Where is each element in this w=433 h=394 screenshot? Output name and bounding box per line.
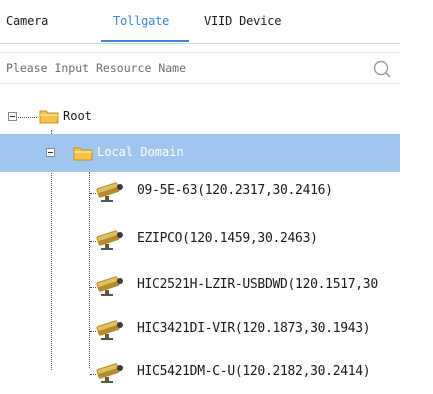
tree-node-camera[interactable]: HIC5421DM-C-U(120.2182,30.2414) <box>0 357 433 389</box>
collapse-icon[interactable] <box>8 112 17 121</box>
collapse-icon[interactable] <box>46 148 55 157</box>
folder-icon <box>39 110 59 124</box>
tree-node-camera[interactable]: EZIPCO(120.1459,30.2463) <box>0 224 433 256</box>
tree-node-label: HIC3421DI-VIR(120.1873,30.1943) <box>137 321 371 336</box>
tab-bar-divider <box>0 43 400 44</box>
tree-node-local-domain[interactable]: Local Domain <box>0 134 400 172</box>
tree-node-camera[interactable]: HIC2521H-LZIR-USBDWD(120.1517,30 <box>0 270 433 302</box>
tree-node-label: HIC5421DM-C-U(120.2182,30.2414) <box>137 364 371 379</box>
active-tab-indicator <box>101 40 189 42</box>
camera-icon <box>96 363 123 383</box>
search-input[interactable] <box>0 53 366 83</box>
search-icon[interactable] <box>372 59 392 79</box>
tree-node-label: 09-5E-63(120.2317,30.2416) <box>137 183 333 198</box>
tree-node-label: Root <box>63 109 92 123</box>
camera-icon <box>96 230 123 250</box>
resource-tree: Root Local Domain 09-5E-63(120.2317,30.2… <box>0 92 433 394</box>
tab-bar: Camera Tollgate VIID Device <box>0 0 400 44</box>
camera-icon <box>96 182 123 202</box>
tab-camera[interactable]: Camera <box>6 14 48 28</box>
camera-icon <box>96 276 123 296</box>
tree-node-camera[interactable]: 09-5E-63(120.2317,30.2416) <box>0 176 433 208</box>
folder-icon <box>73 147 93 161</box>
tree-node-label: Local Domain <box>97 145 184 159</box>
tab-tollgate[interactable]: Tollgate <box>113 14 169 28</box>
tree-node-label: HIC2521H-LZIR-USBDWD(120.1517,30 <box>137 277 378 292</box>
resource-search <box>0 52 400 84</box>
tab-viid-device[interactable]: VIID Device <box>204 14 281 28</box>
tree-node-camera[interactable]: HIC3421DI-VIR(120.1873,30.1943) <box>0 314 433 346</box>
tree-node-label: EZIPCO(120.1459,30.2463) <box>137 231 318 246</box>
camera-icon <box>96 320 123 340</box>
tree-node-root[interactable]: Root <box>0 100 433 132</box>
